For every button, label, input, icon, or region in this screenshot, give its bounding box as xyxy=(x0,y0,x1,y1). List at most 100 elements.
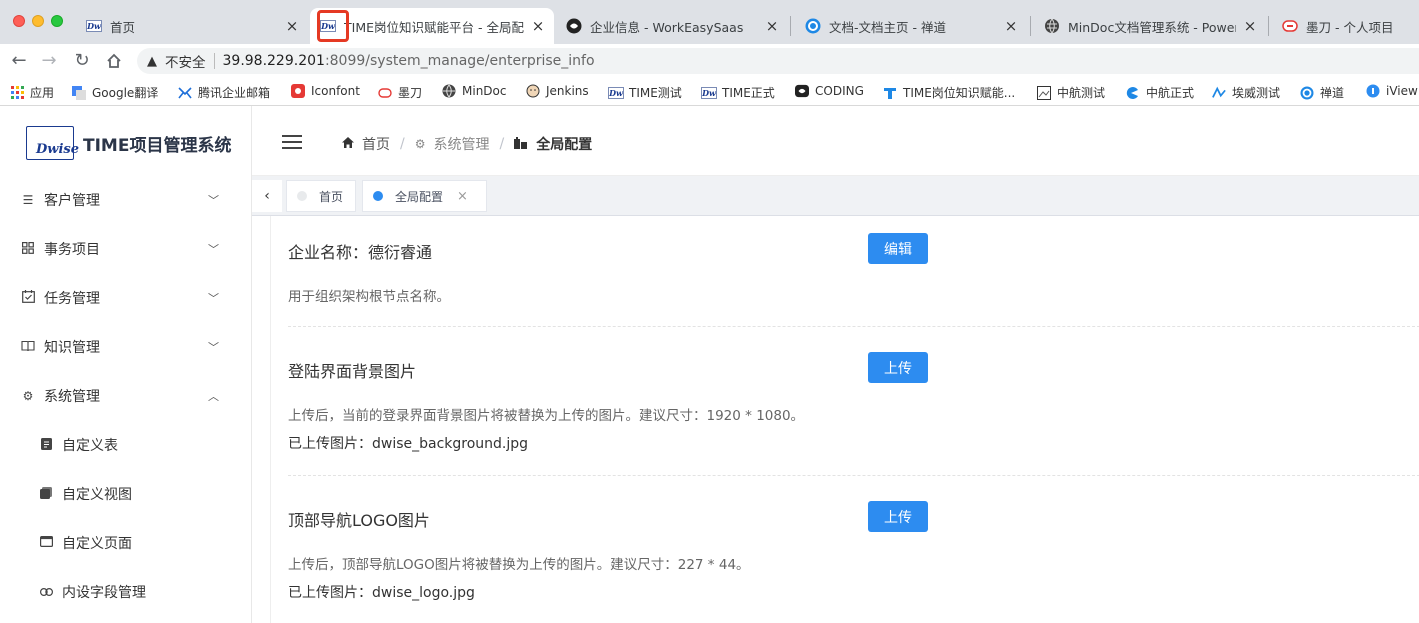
bookmark-modao[interactable]: 墨刀 xyxy=(378,84,422,101)
calendar-check-icon xyxy=(21,290,35,306)
coding-icon xyxy=(795,84,809,98)
sidebar-item-label: 知识管理 xyxy=(44,340,100,356)
sidebar-subitem-custom-view[interactable]: 自定义视图 xyxy=(0,474,252,514)
bookmark-label: 禅道 xyxy=(1320,86,1345,100)
upload-button[interactable]: 上传 xyxy=(868,352,928,383)
browser-tab[interactable]: 文档-文档主页 - 禅道 × xyxy=(795,8,1027,44)
close-tab-icon[interactable]: × xyxy=(1003,17,1019,35)
bookmark-time-test[interactable]: Dw TIME测试 xyxy=(608,84,682,101)
hamburger-menu-icon[interactable] xyxy=(282,135,302,149)
breadcrumb-system[interactable]: ⚙ 系统管理 xyxy=(415,134,490,154)
main-content: 企业名称：德衍睿通 编辑 用于组织架构根节点名称。 登陆界面背景图片 上传 上传… xyxy=(270,216,1419,623)
close-tab-icon[interactable]: × xyxy=(1242,17,1258,35)
browser-tab-bar: Dw 首页 × Dw TIME岗位知识赋能平台 - 全局配 × 企业信息 - W… xyxy=(0,0,1419,44)
bookmark-zhonghang-prod[interactable]: 中航正式 xyxy=(1126,84,1194,101)
bookmark-label: MinDoc xyxy=(462,84,507,98)
uploaded-file-name: 已上传图片：dwise_background.jpg xyxy=(288,436,529,452)
annotation-highlight-box xyxy=(317,10,349,42)
home-icon[interactable] xyxy=(103,50,125,75)
url-input[interactable]: ▲ 不安全 39.98.229.201 :8099/system_manage/… xyxy=(137,48,1419,74)
brand-title: TIME项目管理系统 xyxy=(83,135,232,156)
top-header: 首页 / ⚙ 系统管理 / 全局配置 xyxy=(252,106,1419,176)
doc-icon xyxy=(39,437,53,453)
sidebar-item-knowledge[interactable]: 知识管理 ﹀ xyxy=(0,327,252,367)
page-tab-home[interactable]: 首页 xyxy=(286,180,356,212)
chevron-down-icon: ﹀ xyxy=(208,292,219,305)
section-title: 企业名称：德衍睿通 xyxy=(288,243,433,262)
close-icon[interactable]: × xyxy=(457,189,468,204)
sidebar-item-customers[interactable]: ☰ 客户管理 ﹀ xyxy=(0,180,252,220)
bookmark-jenkins[interactable]: Jenkins xyxy=(526,84,589,98)
dwise-logo-icon: Dwise xyxy=(26,126,79,160)
reload-icon[interactable]: ↻ xyxy=(71,50,93,71)
bookmark-label: Iconfont xyxy=(311,84,360,98)
back-arrow-icon[interactable]: ← xyxy=(8,50,30,71)
sidebar-item-system[interactable]: ⚙ 系统管理 ︿ xyxy=(0,376,252,416)
sidebar-item-projects[interactable]: 事务项目 ﹀ xyxy=(0,229,252,269)
close-tab-icon[interactable]: × xyxy=(530,17,546,35)
bookmark-coding[interactable]: CODING xyxy=(795,84,864,98)
dwise-logo-icon: Dw xyxy=(86,20,102,32)
close-tab-icon[interactable]: × xyxy=(764,17,780,35)
chevron-left-icon[interactable]: ‹ xyxy=(252,180,282,212)
bookmark-time-platform[interactable]: TIME岗位知识赋能... xyxy=(883,84,1015,101)
bookmark-zhonghang-test[interactable]: 中航测试 xyxy=(1037,84,1105,101)
browser-tab[interactable]: MinDoc文档管理系统 - Powered × xyxy=(1034,8,1266,44)
workeasy-icon xyxy=(566,18,582,34)
bookmark-apps[interactable]: 应用 xyxy=(10,84,54,101)
url-host: 39.98.229.201 xyxy=(222,53,325,69)
chevron-down-icon: ﹀ xyxy=(208,341,219,354)
bookmark-tencent-mail[interactable]: 腾讯企业邮箱 xyxy=(178,84,270,101)
jenkins-icon xyxy=(526,84,540,98)
bookmark-label: Google翻译 xyxy=(92,86,159,100)
app-logo[interactable]: Dwise TIME项目管理系统 xyxy=(26,126,231,160)
sidebar-subitem-custom-page[interactable]: 自定义页面 xyxy=(0,523,252,563)
close-tab-icon[interactable]: × xyxy=(284,17,300,35)
bookmark-label: Jenkins xyxy=(546,84,589,98)
bookmark-iconfont[interactable]: Iconfont xyxy=(291,84,360,98)
upload-button[interactable]: 上传 xyxy=(868,501,928,532)
tab-title: TIME岗位知识赋能平台 - 全局配 xyxy=(344,19,524,35)
bookmark-time-prod[interactable]: Dw TIME正式 xyxy=(701,84,775,101)
maximize-window-button[interactable] xyxy=(51,15,63,27)
building-icon xyxy=(514,136,528,152)
breadcrumb: 首页 / ⚙ 系统管理 / 全局配置 xyxy=(342,134,592,154)
bookmark-label: TIME测试 xyxy=(629,86,682,100)
bookmark-zentao[interactable]: 禅道 xyxy=(1300,84,1344,101)
modao-icon xyxy=(1282,18,1298,34)
browser-tab[interactable]: 企业信息 - WorkEasySaas × xyxy=(556,8,788,44)
bookmark-iview[interactable]: iView xyxy=(1366,84,1418,98)
browser-tab[interactable]: 墨刀 - 个人项目 xyxy=(1272,8,1419,44)
sidebar-subitem-custom-table[interactable]: 自定义表 xyxy=(0,425,252,465)
close-window-button[interactable] xyxy=(13,15,25,27)
bookmark-label: 中航测试 xyxy=(1057,86,1106,100)
tab-title: 首页 xyxy=(110,19,136,35)
minimize-window-button[interactable] xyxy=(32,15,44,27)
breadcrumb-home[interactable]: 首页 xyxy=(342,134,390,154)
edit-button[interactable]: 编辑 xyxy=(868,233,928,264)
browser-tab[interactable]: Dw 首页 × xyxy=(76,8,308,44)
dwise-logo-icon: Dw xyxy=(701,86,717,99)
sidebar-subitem-builtin-fields[interactable]: 内设字段管理 xyxy=(0,572,252,612)
page-tab-global-config[interactable]: 全局配置 × xyxy=(362,180,487,212)
address-bar-row: ← → ↻ ▲ 不安全 39.98.229.201 :8099/system_m… xyxy=(0,44,1419,78)
globe-icon xyxy=(1044,18,1060,34)
sidebar-item-label: 自定义页面 xyxy=(62,536,132,552)
security-label: 不安全 xyxy=(165,55,206,71)
zentao-icon xyxy=(805,18,821,34)
edge-icon xyxy=(1126,86,1140,100)
breadcrumb-current: 全局配置 xyxy=(514,134,592,154)
forward-arrow-icon[interactable]: → xyxy=(38,50,60,71)
tab-title: 墨刀 - 个人项目 xyxy=(1306,19,1394,35)
sidebar-item-label: 系统管理 xyxy=(44,389,100,405)
sidebar-item-tasks[interactable]: 任务管理 ﹀ xyxy=(0,278,252,318)
bookmark-mindoc[interactable]: MinDoc xyxy=(442,84,506,98)
bookmark-google-translate[interactable]: Google翻译 xyxy=(72,84,158,101)
section-description: 用于组织架构根节点名称。 xyxy=(288,289,450,305)
iview-icon xyxy=(1366,84,1380,98)
book-icon xyxy=(21,340,35,355)
bookmark-aiwei-test[interactable]: 埃威测试 xyxy=(1212,84,1280,101)
chevron-down-icon: ﹀ xyxy=(208,243,219,256)
zentao-icon xyxy=(1300,86,1314,100)
gear-icon: ⚙ xyxy=(22,389,34,403)
